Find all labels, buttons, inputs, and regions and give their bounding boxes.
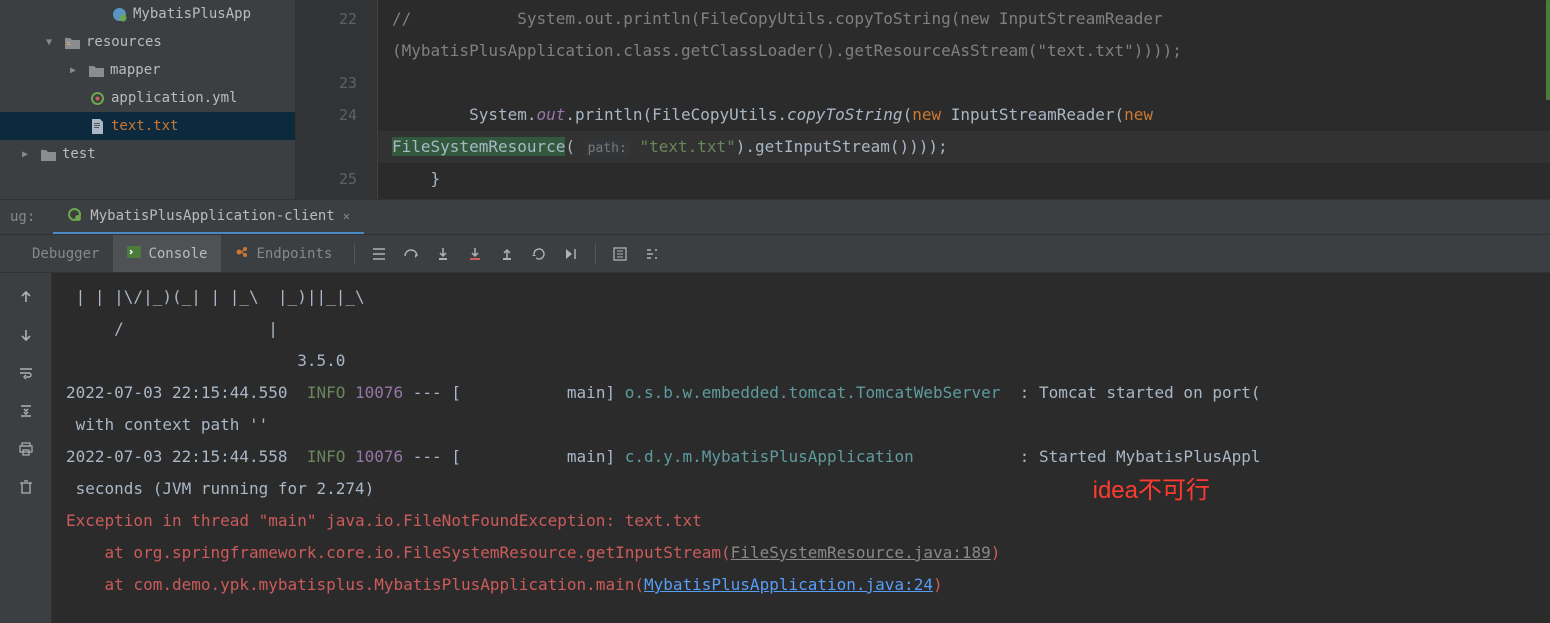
scroll-up-icon[interactable]: [12, 283, 40, 311]
ascii-art: | | |\/|_)(_| | |_\ |_)||_|_\: [66, 281, 1536, 313]
code-comment: (MybatisPlusApplication.class.getClassLo…: [392, 41, 1182, 60]
clear-icon[interactable]: [12, 473, 40, 501]
annotation-overlay: idea不可行: [1093, 475, 1210, 507]
tree-label: mapper: [110, 62, 161, 78]
chevron-right-icon: ▶: [22, 149, 36, 160]
step-into-icon[interactable]: [427, 238, 459, 270]
tree-label: text.txt: [111, 118, 178, 134]
stack-trace-line: at org.springframework.core.io.FileSyste…: [66, 537, 1536, 569]
threads-icon[interactable]: [363, 238, 395, 270]
tab-label: Debugger: [32, 246, 99, 262]
tree-label: MybatisPlusApp: [133, 6, 251, 22]
run-to-cursor-icon[interactable]: [555, 238, 587, 270]
folder-icon: [87, 64, 105, 77]
log-line: 2022-07-03 22:15:44.558 INFO 10076 --- […: [66, 441, 1536, 473]
ascii-art: / |: [66, 313, 1536, 345]
tab-console[interactable]: Console: [113, 235, 221, 272]
close-icon[interactable]: ✕: [343, 209, 350, 223]
run-config-icon: [67, 207, 82, 226]
step-out-icon[interactable]: [491, 238, 523, 270]
step-over-icon[interactable]: [395, 238, 427, 270]
chevron-down-icon: ▼: [46, 37, 60, 48]
folder-icon: [39, 148, 57, 161]
console-icon: [127, 245, 141, 263]
java-class-icon: [110, 7, 128, 22]
console-output[interactable]: | | |\/|_)(_| | |_\ |_)||_|_\ / | 3.5.0 …: [52, 273, 1550, 623]
tree-item-test[interactable]: ▶ test: [0, 140, 295, 168]
endpoints-icon: [235, 245, 249, 263]
tab-endpoints[interactable]: Endpoints: [221, 235, 346, 272]
line-number: 23: [296, 67, 377, 99]
console-sidebar: [0, 273, 52, 623]
drop-frame-icon[interactable]: [523, 238, 555, 270]
chevron-right-icon: ▶: [70, 65, 84, 76]
debug-tool-window-header: ug: MybatisPlusApplication-client ✕: [0, 199, 1550, 235]
separator: [354, 243, 355, 265]
scroll-to-end-icon[interactable]: [12, 397, 40, 425]
log-line: with context path '': [66, 409, 1536, 441]
yml-icon: [88, 91, 106, 106]
debug-session-tab[interactable]: MybatisPlusApplication-client ✕: [53, 200, 364, 234]
separator: [595, 243, 596, 265]
project-tree: MybatisPlusApp ▼ resources ▶ mapper: [0, 0, 296, 199]
line-number: 25: [296, 163, 377, 195]
stack-trace-line: at com.demo.ypk.mybatisplus.MybatisPlusA…: [66, 569, 1536, 601]
stack-link[interactable]: FileSystemResource.java:189: [731, 543, 991, 562]
change-marker: [1546, 0, 1550, 100]
tab-label: Endpoints: [256, 246, 332, 262]
debug-tabs-row: Debugger Console Endpoints: [0, 235, 1550, 273]
tree-label: test: [62, 146, 96, 162]
editor-gutter: 22 23 24 25: [296, 0, 378, 199]
tree-item-resources[interactable]: ▼ resources: [0, 28, 295, 56]
trace-icon[interactable]: [636, 238, 668, 270]
tree-label: application.yml: [111, 90, 237, 106]
force-step-into-icon[interactable]: [459, 238, 491, 270]
debug-tab-label: MybatisPlusApplication-client: [90, 208, 334, 224]
soft-wrap-icon[interactable]: [12, 359, 40, 387]
line-number: 24: [296, 99, 377, 131]
exception-line: Exception in thread "main" java.io.FileN…: [66, 505, 1536, 537]
stack-link[interactable]: MybatisPlusApplication.java:24: [644, 575, 933, 594]
param-hint: path:: [585, 140, 630, 157]
code-editor[interactable]: 22 23 24 25 // System.out.println(FileCo…: [296, 0, 1550, 199]
resources-folder-icon: [63, 36, 81, 49]
tab-debugger[interactable]: Debugger: [18, 235, 113, 272]
evaluate-expression-icon[interactable]: [604, 238, 636, 270]
tree-item-appyml[interactable]: application.yml: [0, 84, 295, 112]
tree-item-mapper[interactable]: ▶ mapper: [0, 56, 295, 84]
text-file-icon: [88, 119, 106, 134]
code-comment: // System.out.println(FileCopyUtils.copy…: [392, 9, 1163, 28]
tree-item-app[interactable]: MybatisPlusApp: [0, 0, 295, 28]
line-number: 22: [296, 3, 377, 35]
tree-item-texttxt[interactable]: text.txt: [0, 112, 295, 140]
tab-label: Console: [148, 246, 207, 262]
tree-label: resources: [86, 34, 162, 50]
print-icon[interactable]: [12, 435, 40, 463]
code-content[interactable]: // System.out.println(FileCopyUtils.copy…: [378, 0, 1550, 199]
debug-label: ug:: [10, 209, 35, 225]
ascii-version: 3.5.0: [66, 345, 1536, 377]
log-line: seconds (JVM running for 2.274): [66, 473, 1536, 505]
line-number: [296, 131, 377, 163]
scroll-down-icon[interactable]: [12, 321, 40, 349]
log-line: 2022-07-03 22:15:44.550 INFO 10076 --- […: [66, 377, 1536, 409]
